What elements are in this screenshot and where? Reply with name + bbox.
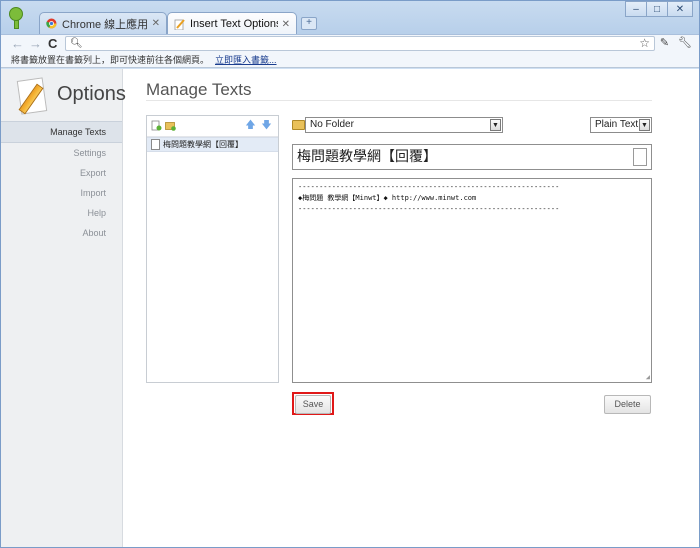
search-icon: 🔍︎	[70, 38, 83, 49]
browser-toolbar: ← → C 🔍︎ ☆ ✎ 🔧︎	[1, 34, 699, 53]
sidebar-item-about[interactable]: About	[1, 223, 122, 243]
back-arrow-icon[interactable]: ←	[11, 36, 24, 52]
tab-label: Chrome 線上應用程式商店	[62, 18, 148, 31]
folder-select-value: No Folder	[310, 119, 354, 130]
delete-button[interactable]: Delete	[604, 395, 651, 414]
chevron-down-icon: ▼	[639, 119, 650, 131]
window-controls: – □ ✕	[625, 1, 693, 17]
page-title: Manage Texts	[146, 80, 252, 99]
tab-insert-text-options[interactable]: Insert Text Options ✕	[167, 12, 297, 35]
options-logo-icon	[16, 77, 51, 115]
maximize-button[interactable]: □	[646, 1, 668, 17]
document-icon	[633, 148, 647, 166]
chrome-store-icon	[46, 18, 57, 29]
tab-strip: Chrome 線上應用程式商店 ✕ Insert Text Options ✕ …	[1, 1, 699, 35]
list-toolbar: 🡅︎ 🡇︎	[147, 116, 278, 137]
sidebar-item-settings[interactable]: Settings	[1, 143, 122, 163]
bookmarks-message: 將書籤放置在書籤列上，即可快速前往各個網頁。	[11, 55, 210, 65]
text-body-value: ----------------------------------------…	[298, 183, 560, 213]
move-up-icon[interactable]: 🡅︎	[245, 120, 256, 131]
chevron-down-icon: ▼	[490, 119, 501, 131]
bookmarks-bar: 將書籤放置在書籤列上，即可快速前往各個網頁。 立即匯入書籤...	[1, 52, 699, 68]
document-icon	[151, 139, 160, 150]
bookmark-star-icon[interactable]: ☆	[639, 36, 650, 50]
text-body-textarea[interactable]: ----------------------------------------…	[292, 178, 652, 383]
sidebar: Options Manage Texts Settings Export Imp…	[1, 69, 126, 547]
move-down-icon[interactable]: 🡇︎	[261, 120, 272, 131]
minimize-button[interactable]: –	[625, 1, 647, 17]
save-button[interactable]: Save	[295, 395, 331, 414]
resize-handle-icon[interactable]: ◢	[646, 374, 650, 381]
new-folder-icon[interactable]	[165, 120, 176, 131]
sidebar-item-import[interactable]: Import	[1, 183, 122, 203]
list-item[interactable]: 梅問題教學網【回覆】	[147, 137, 278, 152]
list-item-label: 梅問題教學網【回覆】	[163, 140, 243, 149]
logo-text: Options	[57, 83, 126, 105]
new-text-icon[interactable]	[151, 120, 162, 131]
text-title-value: 梅問題教學網【回覆】	[297, 149, 437, 165]
profile-avatar-icon[interactable]	[9, 7, 23, 29]
close-button[interactable]: ✕	[667, 1, 693, 17]
reload-icon[interactable]: C	[48, 36, 57, 52]
browser-window: Chrome 線上應用程式商店 ✕ Insert Text Options ✕ …	[0, 0, 700, 548]
tab-chrome-web-store[interactable]: Chrome 線上應用程式商店 ✕	[39, 12, 167, 34]
title-divider	[146, 100, 652, 101]
sidebar-nav: Manage Texts Settings Export Import Help…	[1, 121, 122, 243]
text-list-panel: 🡅︎ 🡇︎ 梅問題教學網【回覆】	[146, 115, 279, 383]
format-select[interactable]: Plain Text ▼	[590, 117, 652, 133]
folder-select[interactable]: No Folder ▼	[305, 117, 503, 133]
tab-label: Insert Text Options	[190, 18, 278, 30]
page-content: Options Manage Texts Settings Export Imp…	[1, 69, 699, 547]
text-title-input[interactable]: 梅問題教學網【回覆】	[292, 144, 652, 170]
tab-close-icon[interactable]: ✕	[282, 19, 290, 30]
address-bar[interactable]: 🔍︎ ☆	[65, 36, 655, 51]
insert-text-icon	[174, 18, 185, 30]
wrench-menu-icon[interactable]: 🔧︎	[678, 37, 692, 50]
tab-close-icon[interactable]: ✕	[152, 18, 160, 29]
forward-arrow-icon[interactable]: →	[29, 36, 42, 52]
sidebar-item-manage-texts[interactable]: Manage Texts	[1, 121, 122, 143]
format-select-value: Plain Text	[595, 119, 639, 130]
new-tab-button[interactable]: +	[301, 17, 317, 30]
import-bookmarks-link[interactable]: 立即匯入書籤...	[215, 55, 277, 65]
sidebar-item-help[interactable]: Help	[1, 203, 122, 223]
folder-icon	[292, 120, 305, 130]
extension-pencil-icon[interactable]: ✎	[658, 37, 671, 50]
sidebar-item-export[interactable]: Export	[1, 163, 122, 183]
main-panel: Manage Texts 🡅︎ 🡇︎ 梅問題教學網【回覆】 No Folder …	[122, 69, 699, 547]
